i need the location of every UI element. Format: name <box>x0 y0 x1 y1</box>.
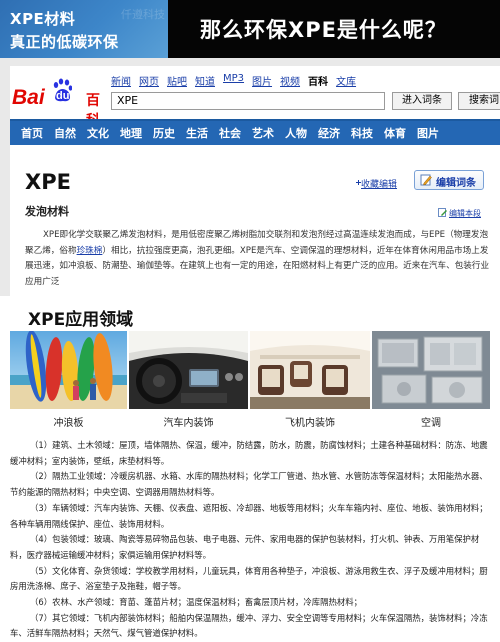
list-item: （5）文化体育、杂货领域：学校教学用材料，儿童玩具，体育用各种垫子，冲浪板、游泳… <box>10 565 488 592</box>
category-tech[interactable]: 科技 <box>351 125 373 141</box>
edit-section-icon <box>438 208 447 217</box>
category-geography[interactable]: 地理 <box>120 125 142 141</box>
banner-line-2: 真正的低碳环保 <box>10 33 119 51</box>
pearl-cotton-link[interactable]: 珍珠棉 <box>77 246 103 256</box>
banner-line-1: XPE材料 <box>10 10 76 28</box>
list-item: （3）车辆领域：汽车内装饰、天棚、仪表盘、遮阳板、冷却器、地板等用材料；火车车箱… <box>10 502 488 529</box>
surfboard-photo <box>10 331 127 409</box>
edit-icon <box>420 174 432 186</box>
nav-wenku[interactable]: 文库 <box>336 73 356 88</box>
edit-entry-label: 编辑词条 <box>436 178 476 189</box>
category-home[interactable]: 首页 <box>21 125 43 141</box>
caption-airplane-interior: 飞机内装饰 <box>285 418 335 429</box>
category-life[interactable]: 生活 <box>186 125 208 141</box>
list-item: （7）其它领域：飞机内部装饰材料；船舶内保温隔热，缓冲、浮力、安全空调等专用材料… <box>10 612 488 639</box>
list-item: （6）农林、水产领域：育苗、蓬苗片材；温度保温材料；畜禽层顶片材，冷库隔热材料； <box>30 597 362 608</box>
banner-watermark: 仟遵科技 <box>121 8 165 21</box>
airplane-interior-photo <box>250 331 370 409</box>
logo-text-bai: Bai <box>12 86 45 109</box>
edit-entry-button[interactable]: 编辑词条 <box>414 170 484 190</box>
product-nav: 新闻 网页 贴吧 知道 MP3 图片 视频 百科 文库 <box>111 73 356 88</box>
caption-surfboard: 冲浪板 <box>53 418 84 429</box>
nav-baike-current[interactable]: 百科 <box>308 73 328 88</box>
nav-web[interactable]: 网页 <box>139 73 159 88</box>
entry-title: XPE <box>25 170 71 194</box>
edit-section-link[interactable]: 编辑本段 <box>449 208 481 219</box>
category-economy[interactable]: 经济 <box>318 125 340 141</box>
banner-question: 那么环保XPE是什么呢？ <box>200 18 447 42</box>
category-people[interactable]: 人物 <box>285 125 307 141</box>
car-interior-photo <box>129 331 248 409</box>
favorite-link[interactable]: 收藏编辑 <box>361 177 397 190</box>
search-input[interactable]: XPE <box>111 92 385 110</box>
nav-video[interactable]: 视频 <box>280 73 300 88</box>
air-conditioner-photo <box>372 331 490 409</box>
caption-air-conditioner: 空调 <box>421 418 441 429</box>
category-art[interactable]: 艺术 <box>252 125 274 141</box>
nav-mp3[interactable]: MP3 <box>223 73 244 88</box>
category-society[interactable]: 社会 <box>219 125 241 141</box>
entry-subtitle: 发泡材料 <box>25 205 69 218</box>
nav-news[interactable]: 新闻 <box>111 73 131 88</box>
category-bar: 首页 自然 文化 地理 历史 生活 社会 艺术 人物 经济 科技 体育 图片 <box>10 119 500 145</box>
nav-images[interactable]: 图片 <box>252 73 272 88</box>
entry-paragraph: XPE即化学交联聚乙烯发泡材料，是用低密度聚乙烯树脂加交联剂和发泡剂经过高温连续… <box>25 228 490 290</box>
category-sports[interactable]: 体育 <box>384 125 406 141</box>
list-item: （1）建筑、土木领域：屋顶，墙体隔热、保温，缓冲，防结露，防水，防震，防腐蚀材料… <box>10 440 488 466</box>
search-entry-button[interactable]: 搜索词 <box>458 92 500 110</box>
applications-list: （1）建筑、土木领域：屋顶，墙体隔热、保温，缓冲，防结露，防水，防震，防腐蚀材料… <box>10 438 490 642</box>
category-culture[interactable]: 文化 <box>87 125 109 141</box>
category-history[interactable]: 历史 <box>153 125 175 141</box>
enter-entry-button[interactable]: 进入词条 <box>392 92 452 110</box>
category-images[interactable]: 图片 <box>417 125 439 141</box>
category-nature[interactable]: 自然 <box>54 125 76 141</box>
list-item: （2）隔热工业领域：冷暖房机器、水箱、水库的隔热材料；化学工厂管道、热水管、水管… <box>10 471 488 498</box>
caption-car-interior: 汽车内装饰 <box>163 418 214 429</box>
applications-title: XPE应用领域 <box>28 310 134 330</box>
nav-zhidao[interactable]: 知道 <box>195 73 215 88</box>
nav-tieba[interactable]: 贴吧 <box>167 73 187 88</box>
logo-text-du: du <box>56 90 70 102</box>
baidu-baike-logo[interactable]: Bai du 百科 <box>12 74 104 129</box>
list-item: （4）包装领域：玻璃、陶瓷等易碎物品包装、电子电器、元件、家用电器的保护包装材料… <box>10 534 480 560</box>
